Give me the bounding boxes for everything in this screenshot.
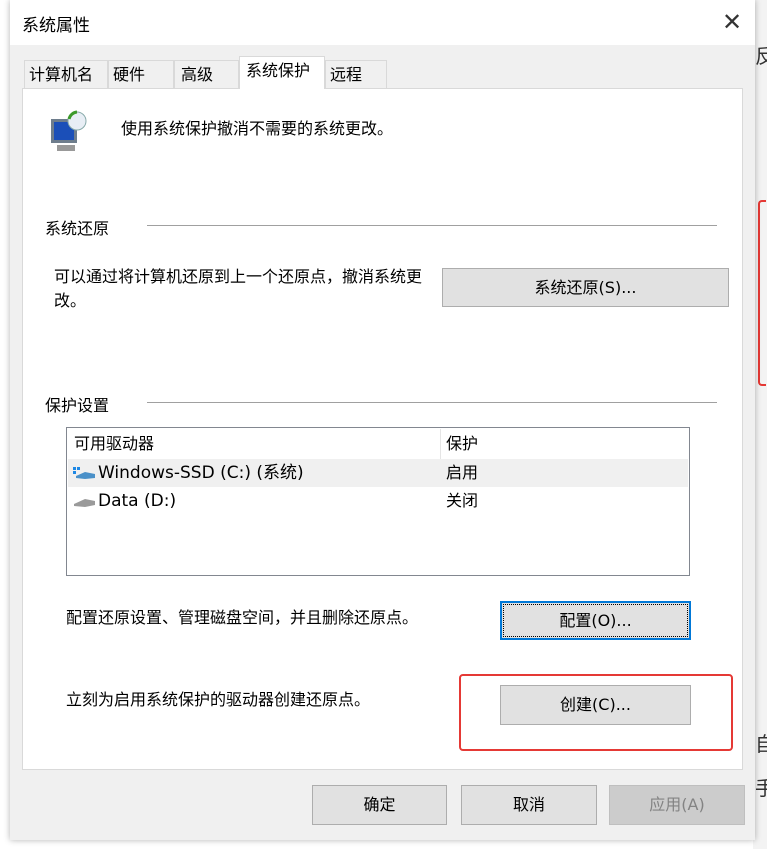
configure-button[interactable]: 配置(O)...: [500, 601, 691, 640]
divider: [147, 225, 717, 226]
list-item[interactable]: Data (D:) 关闭: [68, 487, 688, 515]
drives-list[interactable]: 可用驱动器 保护 Windows-SSD (C:) (系统) 启用 Data (…: [66, 427, 690, 576]
tab-remote[interactable]: 远程: [325, 60, 387, 89]
drive-status: 关闭: [446, 491, 479, 510]
tab-advanced[interactable]: 高级: [174, 60, 239, 89]
intro-text: 使用系统保护撤消不需要的系统更改。: [121, 119, 394, 138]
configure-description: 配置还原设置、管理磁盘空间，并且删除还原点。: [66, 608, 419, 627]
apply-button[interactable]: 应用(A): [609, 785, 745, 825]
system-protection-icon: [51, 110, 87, 151]
protection-settings-header: 保护设置: [45, 396, 110, 415]
background-text: 反: [755, 44, 767, 68]
system-restore-header: 系统还原: [45, 219, 110, 238]
cancel-button[interactable]: 取消: [461, 785, 597, 825]
column-header-protection[interactable]: 保护: [446, 429, 478, 459]
ok-button[interactable]: 确定: [312, 785, 447, 825]
background-text: 自: [755, 732, 767, 756]
drive-name: Data (D:): [98, 491, 177, 511]
dialog-title: 系统属性: [22, 16, 90, 36]
tab-panel: 使用系统保护撤消不需要的系统更改。 系统还原 可以通过将计算机还原到上一个还原点…: [22, 88, 743, 770]
title-bar: 系统属性 ✕: [10, 0, 755, 45]
close-button[interactable]: ✕: [716, 6, 748, 38]
background-highlight-box: [758, 200, 766, 386]
create-description: 立刻为启用系统保护的驱动器创建还原点。: [66, 690, 371, 709]
column-header-drives[interactable]: 可用驱动器: [74, 429, 154, 459]
drive-icon: [74, 499, 95, 507]
background-text: 手: [755, 776, 767, 800]
restore-description: 可以通过将计算机还原到上一个还原点，撤消系统更改。: [54, 267, 423, 310]
system-drive-icon: [73, 467, 95, 479]
create-button[interactable]: 创建(C)...: [500, 685, 691, 725]
list-item[interactable]: Windows-SSD (C:) (系统) 启用: [68, 459, 688, 487]
tab-hardware[interactable]: 硬件: [108, 60, 174, 89]
drive-name: Windows-SSD (C:) (系统): [98, 463, 304, 483]
list-header: 可用驱动器 保护: [68, 429, 688, 459]
system-restore-button[interactable]: 系统还原(S)...: [442, 268, 729, 307]
tab-computer-name[interactable]: 计算机名: [24, 60, 108, 89]
background-window: [753, 0, 767, 849]
drive-status: 启用: [446, 463, 479, 482]
tab-system-protection[interactable]: 系统保护: [239, 56, 325, 89]
divider: [147, 402, 717, 403]
system-properties-dialog: 系统属性 ✕ 计算机名 硬件 高级 系统保护 远程 使用系统保护撤消不需要的系统…: [10, 0, 755, 840]
